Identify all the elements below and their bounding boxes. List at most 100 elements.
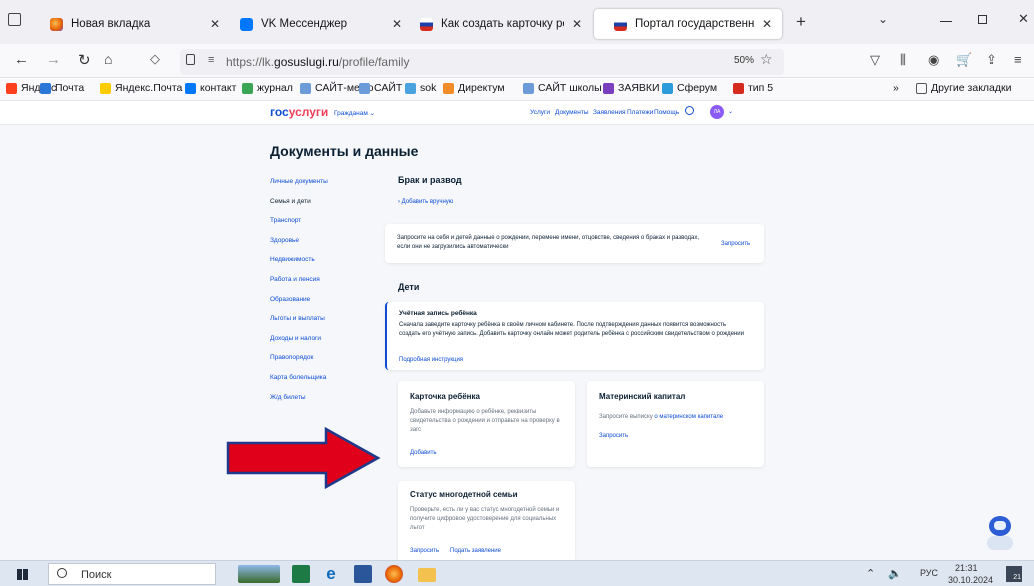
other-bookmarks-folder[interactable]: Другие закладки <box>916 82 1011 94</box>
bookmark-item[interactable]: Директум <box>443 82 505 94</box>
nav-applications[interactable]: Заявления <box>593 109 626 116</box>
lock-icon[interactable] <box>186 54 195 65</box>
bookmark-star-icon[interactable]: ☆ <box>760 51 773 68</box>
bookmark-item[interactable]: журнал <box>242 82 293 94</box>
back-icon[interactable]: ← <box>14 51 29 68</box>
permissions-icon[interactable]: ≡ <box>208 54 214 66</box>
restore-icon[interactable] <box>978 15 987 24</box>
sidebar-item[interactable]: Доходы и налоги <box>270 335 321 342</box>
nav-help[interactable]: Помощь <box>654 109 679 116</box>
cart-icon[interactable]: 🛒 <box>956 52 972 68</box>
bookmark-label: САЙТ <box>374 82 403 94</box>
citizen-dropdown[interactable]: Гражданам ⌄ <box>334 109 375 117</box>
bookmark-icon <box>300 82 311 94</box>
volume-icon[interactable]: 🔈 <box>888 567 902 580</box>
firefox-taskbar-icon[interactable] <box>385 565 403 583</box>
tab-new[interactable]: Новая вкладка ✕ <box>30 9 230 39</box>
menu-icon[interactable]: ≡ <box>1014 52 1022 67</box>
bookmark-item[interactable]: Почта <box>40 82 84 94</box>
pocket-icon[interactable]: ▽ <box>870 52 880 68</box>
library-icon[interactable]: ⫼ <box>900 52 906 68</box>
bookmark-item[interactable]: САЙТ <box>359 82 402 94</box>
firefox-icon <box>50 17 63 31</box>
sidebar-item[interactable]: Недвижимость <box>270 256 315 263</box>
nav-payments[interactable]: Платежи <box>627 109 653 116</box>
tab-title: Новая вкладка <box>71 18 151 30</box>
instruction-link[interactable]: Подробная инструкция <box>399 357 463 363</box>
sidebar-item[interactable]: Транспорт <box>270 217 301 224</box>
clock-date[interactable]: 30.10.2024 <box>948 575 993 585</box>
chevron-down-icon[interactable]: ⌄ <box>728 108 733 115</box>
sidebar-item[interactable]: Карта болельщика <box>270 374 326 381</box>
bookmark-item[interactable]: САЙТ школы <box>523 82 602 94</box>
list-all-tabs-icon[interactable]: ⌄ <box>878 12 888 26</box>
edge-icon[interactable]: e <box>322 565 340 583</box>
url-bar[interactable]: ≡ https://lk.gosuslugi.ru/profile/family… <box>180 49 784 75</box>
tab-vk[interactable]: VK Мессенджер ✕ <box>220 9 412 39</box>
close-icon[interactable]: ✕ <box>210 17 220 31</box>
bookmark-icon <box>523 82 534 94</box>
tab-article[interactable]: Как создать карточку ребёнка ✕ <box>400 9 592 39</box>
share-icon[interactable]: ⇪ <box>986 52 997 68</box>
landscape-app-icon[interactable] <box>238 565 280 583</box>
sidebar-item[interactable]: Личные документы <box>270 178 328 185</box>
bookmark-item[interactable]: Яндекс.Почта <box>100 82 182 94</box>
sidebar-item[interactable]: Ж/д билеты <box>270 394 306 401</box>
tab-list-icon[interactable] <box>8 13 21 26</box>
search-icon[interactable] <box>685 106 694 115</box>
zoom-level[interactable]: 50% <box>734 55 754 66</box>
bookmark-icon <box>100 82 111 94</box>
maternity-request-link[interactable]: Запросить <box>599 433 628 439</box>
tab-gosuslugi[interactable]: Портал государственных услу ✕ <box>594 9 782 39</box>
sidebar-item[interactable]: Образование <box>270 296 310 303</box>
sidebar-item[interactable]: Работа и пенсия <box>270 276 320 283</box>
clock-time[interactable]: 21:31 <box>955 563 978 573</box>
tracking-shield-icon[interactable]: ◇ <box>150 51 160 67</box>
close-icon[interactable]: ✕ <box>572 17 582 31</box>
add-manual-label: Добавить вручную <box>401 199 454 205</box>
new-tab-button[interactable]: + <box>796 12 806 32</box>
excel-icon[interactable] <box>292 565 310 583</box>
account-icon[interactable]: ◉ <box>928 52 939 68</box>
bookmark-item[interactable]: тип 5 <box>733 82 773 94</box>
bookmark-item[interactable]: Сферум <box>662 82 717 94</box>
language-indicator[interactable]: РУС <box>920 568 938 578</box>
nav-services[interactable]: Услуги <box>530 109 550 116</box>
reload-icon[interactable]: ↻ <box>78 51 91 69</box>
avatar[interactable]: ЛА <box>710 105 724 119</box>
bookmark-item[interactable]: sok <box>405 82 436 94</box>
home-icon[interactable]: ⌂ <box>104 51 112 67</box>
gosuslugi-logo[interactable]: госуслуги <box>270 105 328 119</box>
bookmark-item[interactable]: контакт <box>185 82 236 94</box>
nav-documents[interactable]: Документы <box>555 109 589 116</box>
windows-taskbar: Поиск e ⌃ 🔈 РУС 21:31 30.10.2024 21 <box>0 560 1034 586</box>
url-text[interactable]: https://lk.gosuslugi.ru/profile/family <box>226 55 409 69</box>
sidebar-item[interactable]: Правопорядок <box>270 354 313 361</box>
notification-icon[interactable]: 21 <box>1006 566 1022 582</box>
sidebar-item[interactable]: Здоровье <box>270 237 299 244</box>
minimize-icon[interactable] <box>940 21 952 22</box>
large-family-request-link[interactable]: Запросить <box>410 548 439 554</box>
word-icon[interactable] <box>354 565 372 583</box>
add-child-link[interactable]: Добавить <box>410 450 437 456</box>
red-arrow-shape <box>226 427 381 489</box>
sidebar-item[interactable]: Семья и дети <box>270 198 311 205</box>
close-icon[interactable]: ✕ <box>762 17 772 31</box>
maternity-capital-link[interactable]: о материнском капитале <box>654 414 723 420</box>
forward-icon[interactable]: → <box>46 51 61 68</box>
bookmarks-more-chevron[interactable]: » <box>893 82 899 94</box>
windows-start-icon[interactable] <box>17 569 28 580</box>
maternity-text: Запросите выписку о материнском капитале <box>599 413 759 422</box>
bookmark-item[interactable]: ЗАЯВКИ <box>603 82 660 94</box>
robot-assistant-icon[interactable] <box>985 516 1015 552</box>
sidebar-item[interactable]: Льготы и выплаты <box>270 315 325 322</box>
page-content: госуслуги Гражданам ⌄ Услуги Документы З… <box>0 101 1034 560</box>
add-manual-link[interactable]: › Добавить вручную <box>398 199 453 205</box>
window-close-icon[interactable]: ✕ <box>1018 11 1029 27</box>
file-explorer-icon[interactable] <box>418 568 436 582</box>
request-button[interactable]: Запросить <box>721 241 750 247</box>
tray-chevron-icon[interactable]: ⌃ <box>866 567 875 580</box>
taskbar-search[interactable]: Поиск <box>48 563 216 585</box>
bookmark-icon <box>359 82 370 94</box>
large-family-apply-link[interactable]: Подать заявление <box>450 548 501 554</box>
